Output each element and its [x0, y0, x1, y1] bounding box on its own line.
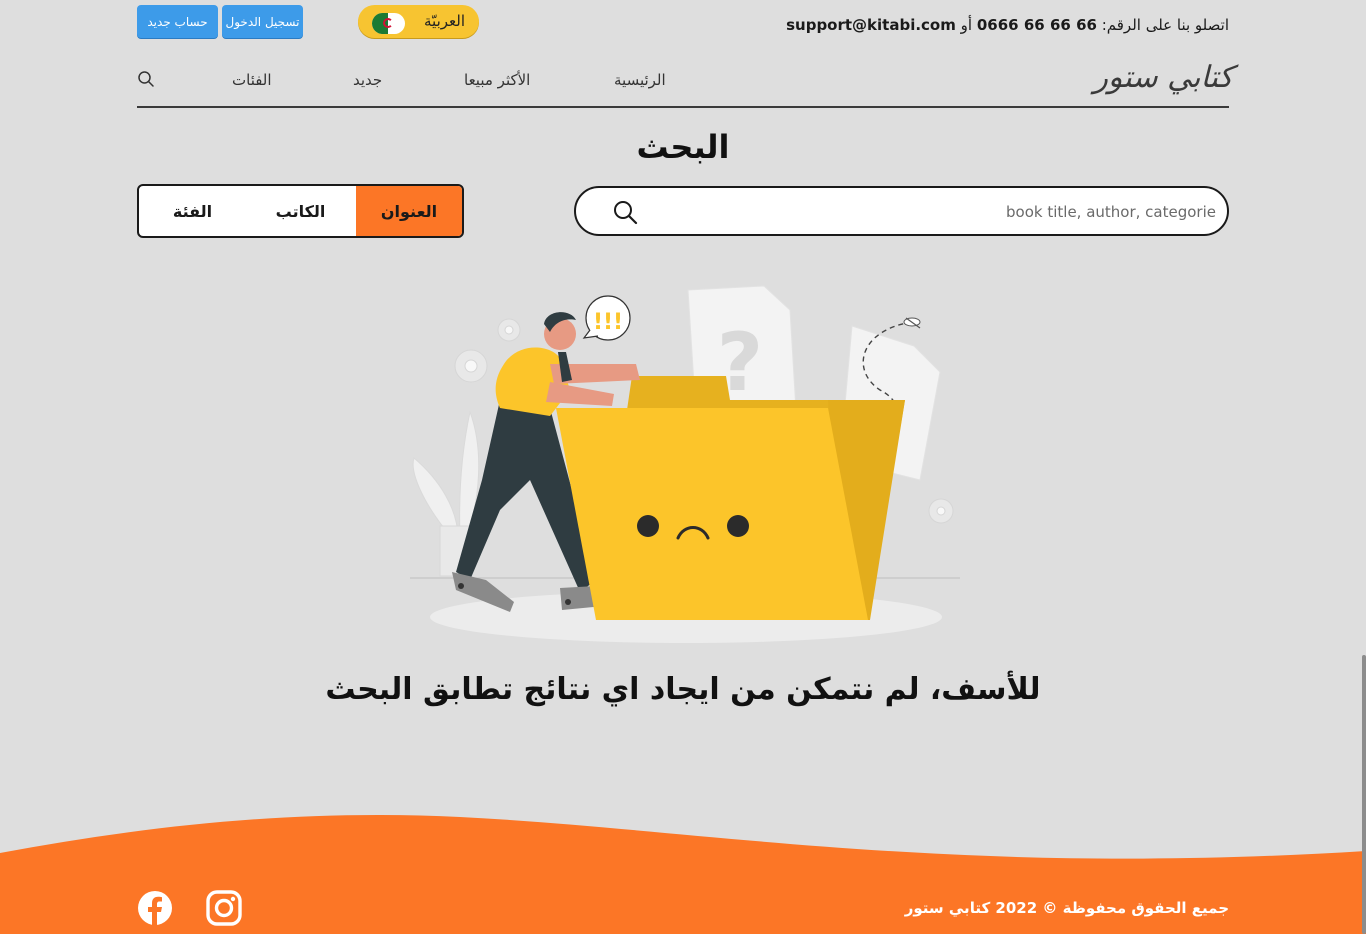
nav-best-sellers[interactable]: الأكثر مبيعا — [464, 71, 530, 89]
filter-category-button[interactable]: الفئة — [139, 186, 246, 236]
empty-folder-illustration: ? !!! — [410, 285, 960, 643]
filter-author-button[interactable]: الكاتب — [247, 186, 354, 236]
contact-info: اتصلو بنا على الرقم: 66 66 66 0666 أو su… — [786, 16, 1229, 34]
alert-text: !!! — [593, 310, 623, 335]
language-label: العربيّة — [424, 12, 465, 30]
nav-new[interactable]: جديد — [353, 71, 382, 89]
site-logo[interactable]: كتابي ستور — [1093, 60, 1233, 95]
signup-button[interactable]: حساب جديد — [137, 5, 218, 38]
instagram-icon[interactable] — [206, 890, 242, 926]
search-input[interactable] — [656, 194, 1218, 230]
contact-prefix: اتصلو بنا على الرقم: — [1101, 16, 1229, 34]
search-icon[interactable] — [137, 70, 155, 88]
main-nav: كتابي ستور الرئيسية الأكثر مبيعا جديد ال… — [137, 58, 1233, 108]
copyright-text: جميع الحقوق محفوظة © 2022 كتابي ستور — [904, 899, 1229, 917]
contact-phone[interactable]: 66 66 66 0666 — [977, 16, 1097, 34]
algeria-flag-icon — [372, 13, 405, 34]
filter-title-button[interactable]: العنوان — [356, 186, 462, 236]
search-filter-toggle: الفئة الكاتب العنوان — [137, 184, 464, 238]
contact-or: أو — [960, 16, 973, 34]
nav-home[interactable]: الرئيسية — [614, 71, 666, 89]
bee-icon — [903, 317, 921, 329]
language-switcher[interactable]: العربيّة — [358, 5, 479, 38]
contact-email[interactable]: support@kitabi.com — [786, 16, 956, 34]
page-title: البحث — [636, 128, 730, 166]
nav-categories[interactable]: الفئات — [232, 71, 272, 89]
search-icon[interactable] — [612, 199, 638, 225]
login-button[interactable]: تسجيل الدخول — [222, 5, 303, 38]
alert-speech-bubble: !!! — [582, 295, 631, 341]
facebook-icon[interactable] — [137, 890, 173, 926]
scrollbar[interactable] — [1362, 655, 1366, 934]
search-bar — [574, 186, 1229, 236]
top-bar: حساب جديد تسجيل الدخول العربيّة اتصلو بن… — [137, 4, 1229, 42]
empty-results-message: للأسف، لم نتمكن من ايجاد اي نتائج تطابق … — [325, 672, 1041, 707]
